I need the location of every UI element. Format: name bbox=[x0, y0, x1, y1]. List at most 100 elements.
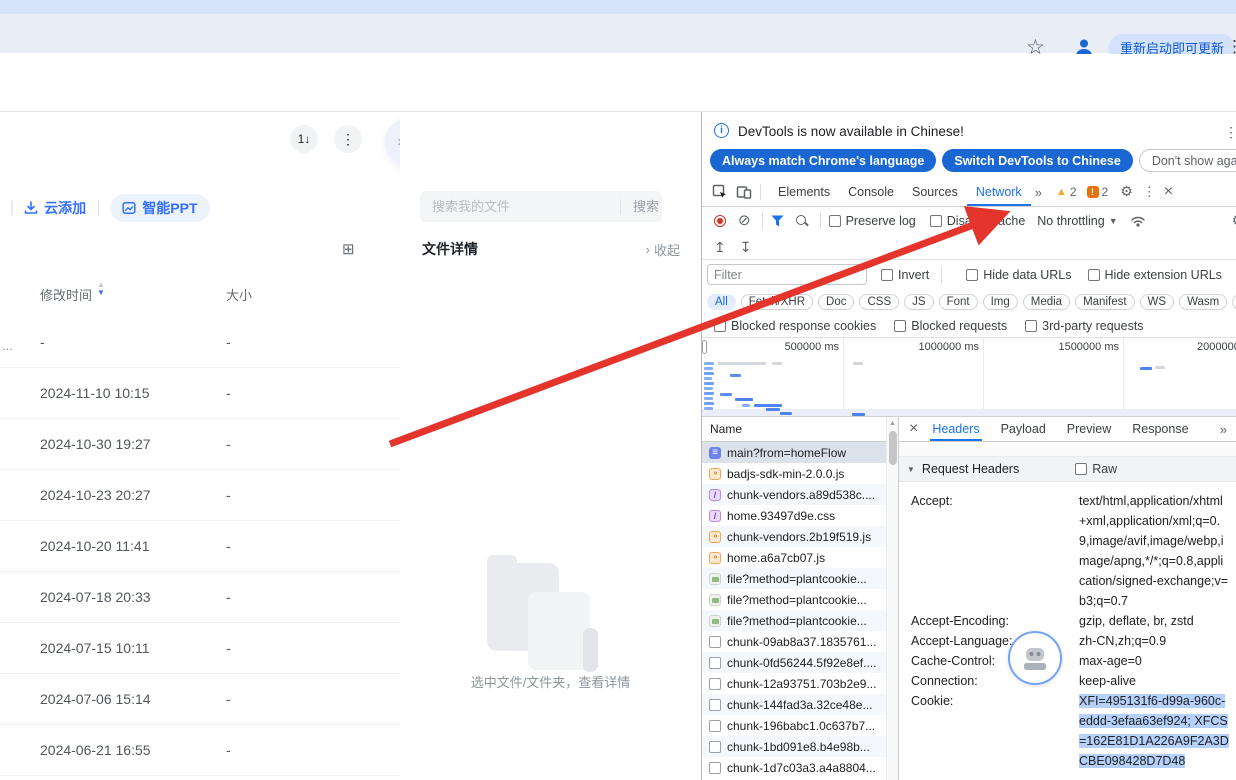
table-row[interactable]: 2024-07-15 10:11- bbox=[0, 623, 400, 674]
request-name: chunk-144fad3a.32ce48e... bbox=[727, 698, 872, 712]
throttling-select[interactable]: No throttling▼ bbox=[1037, 214, 1117, 228]
tab-preview[interactable]: Preview bbox=[1065, 417, 1113, 441]
table-row[interactable]: 2024-06-21 16:55- bbox=[0, 725, 400, 776]
network-request-row[interactable]: file?method=plantcookie... bbox=[702, 610, 886, 631]
device-toolbar-icon[interactable] bbox=[736, 184, 752, 200]
network-request-row[interactable]: chunk-144fad3a.32ce48e... bbox=[702, 694, 886, 715]
record-network-log-icon[interactable] bbox=[714, 215, 726, 227]
search-input[interactable] bbox=[420, 199, 620, 214]
more-detail-tabs-icon[interactable]: » bbox=[1216, 422, 1231, 437]
banner-menu-icon[interactable]: ⋮ bbox=[1224, 124, 1236, 141]
network-request-row[interactable]: chunk-vendors.a89d538c.... bbox=[702, 484, 886, 505]
network-overview-timeline[interactable]: 500000 ms 1000000 ms 1500000 ms 2000000 bbox=[702, 337, 1236, 417]
chip-manifest[interactable]: Manifest bbox=[1075, 294, 1134, 310]
chip-img[interactable]: Img bbox=[983, 294, 1018, 310]
tab-console[interactable]: Console bbox=[839, 178, 903, 206]
disable-cache-checkbox[interactable]: Disable cache bbox=[930, 214, 1026, 228]
chip-wasm[interactable]: Wasm bbox=[1179, 294, 1227, 310]
column-modified-time[interactable]: 修改时间 bbox=[40, 285, 92, 304]
clear-network-log-icon[interactable]: ⊘ bbox=[738, 214, 751, 228]
request-name: chunk-1bd091e8.b4e98b... bbox=[727, 740, 870, 754]
table-row[interactable]: -- bbox=[0, 317, 400, 368]
switch-chinese-button[interactable]: Switch DevTools to Chinese bbox=[942, 149, 1132, 172]
close-detail-icon[interactable]: × bbox=[909, 420, 918, 438]
scrollbar-thumb[interactable] bbox=[889, 431, 897, 465]
third-party-requests-checkbox[interactable]: 3rd-party requests bbox=[1025, 319, 1143, 333]
sort-order-button[interactable]: 1↓ bbox=[290, 125, 318, 153]
more-tabs-icon[interactable]: » bbox=[1031, 185, 1046, 200]
blocked-response-cookies-checkbox[interactable]: Blocked response cookies bbox=[714, 319, 876, 333]
floating-assistant-avatar[interactable] bbox=[1008, 631, 1062, 685]
request-list-scrollbar[interactable]: ▲ bbox=[886, 417, 898, 780]
network-request-row[interactable]: chunk-0fd56244.5f92e8ef.... bbox=[702, 652, 886, 673]
hide-data-urls-checkbox[interactable]: Hide data URLs bbox=[966, 268, 1071, 282]
network-request-row[interactable]: home.93497d9e.css bbox=[702, 505, 886, 526]
network-request-row[interactable]: chunk-12a93751.703b2e9... bbox=[702, 673, 886, 694]
network-request-row[interactable]: chunk-09ab8a37.1835761... bbox=[702, 631, 886, 652]
preserve-log-checkbox[interactable]: Preserve log bbox=[829, 214, 916, 228]
network-request-row[interactable]: file?method=plantcookie... bbox=[702, 589, 886, 610]
column-size[interactable]: 大小 bbox=[226, 285, 252, 304]
network-request-row[interactable]: chunk-196babc1.0c637b7... bbox=[702, 715, 886, 736]
dont-show-again-button[interactable]: Don't show again bbox=[1139, 149, 1236, 172]
table-row[interactable]: 2024-07-18 20:33- bbox=[0, 572, 400, 623]
network-request-row[interactable]: badjs-sdk-min-2.0.0.js bbox=[702, 463, 886, 484]
filter-input[interactable] bbox=[707, 264, 867, 285]
table-row[interactable]: 2024-10-23 20:27- bbox=[0, 470, 400, 521]
chip-doc[interactable]: Doc bbox=[818, 294, 854, 310]
request-list-name-header[interactable]: Name bbox=[702, 417, 886, 442]
raw-checkbox[interactable]: Raw bbox=[1075, 462, 1117, 476]
tab-headers[interactable]: Headers bbox=[930, 417, 981, 441]
export-har-icon[interactable]: ↧ bbox=[740, 239, 752, 256]
smart-ppt-button[interactable]: 智能PPT bbox=[110, 194, 209, 222]
tab-response[interactable]: Response bbox=[1130, 417, 1190, 441]
request-headers-section[interactable]: ▼ Request Headers Raw bbox=[899, 457, 1236, 482]
grid-view-icon[interactable]: ⊞ bbox=[342, 240, 355, 258]
search-button[interactable]: 搜索 bbox=[620, 199, 671, 214]
filter-funnel-icon[interactable] bbox=[771, 215, 784, 227]
chip-font[interactable]: Font bbox=[939, 294, 978, 310]
match-language-button[interactable]: Always match Chrome's language bbox=[710, 149, 936, 172]
hide-extension-urls-checkbox[interactable]: Hide extension URLs bbox=[1088, 268, 1222, 282]
blocked-requests-checkbox[interactable]: Blocked requests bbox=[894, 319, 1007, 333]
chip-js[interactable]: JS bbox=[904, 294, 933, 310]
network-request-row[interactable]: home.a6a7cb07.js bbox=[702, 547, 886, 568]
network-request-row[interactable]: main?from=homeFlow bbox=[702, 442, 886, 463]
chip-all[interactable]: All bbox=[707, 294, 736, 310]
section-expand-icon[interactable]: ▼ bbox=[907, 465, 915, 474]
chip-fetch-xhr[interactable]: Fetch/XHR bbox=[741, 294, 813, 310]
network-request-row[interactable]: chunk-vendors.2b19f519.js bbox=[702, 526, 886, 547]
invert-checkbox[interactable]: Invert bbox=[881, 268, 929, 282]
warnings-badge[interactable]: ▲2 bbox=[1056, 185, 1077, 199]
collapse-button[interactable]: ›收起 bbox=[646, 240, 680, 259]
search-network-icon[interactable] bbox=[795, 214, 809, 228]
table-row[interactable]: 2024-11-10 10:15- bbox=[0, 368, 400, 419]
chip-css[interactable]: CSS bbox=[859, 294, 899, 310]
table-row[interactable]: 2024-10-20 11:41- bbox=[0, 521, 400, 572]
timeline-selection-handle[interactable] bbox=[702, 340, 707, 354]
chip-ws[interactable]: WS bbox=[1140, 294, 1175, 310]
devtools-close-icon[interactable]: × bbox=[1164, 183, 1173, 201]
cloud-add-button[interactable]: 云添加 bbox=[24, 198, 86, 218]
settings-gear-icon[interactable]: ⚙ bbox=[1120, 184, 1133, 200]
network-request-row[interactable]: chunk-1bd091e8.b4e98b... bbox=[702, 736, 886, 757]
tab-payload[interactable]: Payload bbox=[999, 417, 1048, 441]
issues-badge[interactable]: !2 bbox=[1087, 185, 1109, 199]
inspect-element-icon[interactable] bbox=[712, 184, 728, 200]
table-row[interactable]: 2024-07-06 15:14- bbox=[0, 674, 400, 725]
chip-other[interactable]: Other bbox=[1232, 294, 1236, 310]
more-options-button[interactable]: ⋮ bbox=[334, 125, 362, 153]
network-request-row[interactable]: file?method=plantcookie... bbox=[702, 568, 886, 589]
sort-arrows-icon[interactable]: ▲▼ bbox=[97, 281, 105, 297]
import-har-icon[interactable]: ↥ bbox=[714, 239, 726, 256]
devtools-menu-icon[interactable]: ⋮ bbox=[1143, 184, 1156, 200]
chip-media[interactable]: Media bbox=[1023, 294, 1070, 310]
network-request-row[interactable]: chunk-1d7c03a3.a4a8804... bbox=[702, 757, 886, 778]
scrollbar-up-icon[interactable]: ▲ bbox=[887, 417, 898, 427]
network-conditions-icon[interactable] bbox=[1130, 214, 1146, 228]
tab-network[interactable]: Network bbox=[967, 178, 1031, 206]
tab-elements[interactable]: Elements bbox=[769, 178, 839, 206]
tab-sources[interactable]: Sources bbox=[903, 178, 967, 206]
table-row[interactable]: 2024-10-30 19:27- bbox=[0, 419, 400, 470]
network-settings-gear-icon[interactable]: ⚙ bbox=[1231, 213, 1236, 229]
